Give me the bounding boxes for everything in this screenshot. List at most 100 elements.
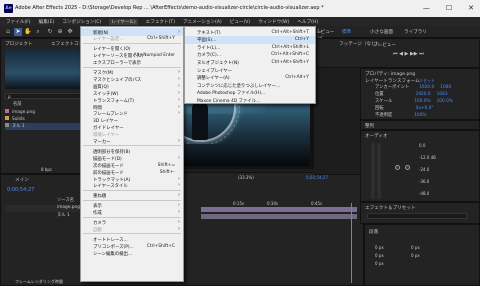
viewer-timecode[interactable]: 0;00;54;27: [306, 175, 328, 180]
properties-title: プロパティ: image.png: [365, 72, 416, 77]
prop-label: 位置: [375, 92, 384, 97]
audio-panel: オーディオ 0.0 -12.0 dB -24.0 -36.0 -48.0: [360, 130, 480, 202]
prop-row[interactable]: 位置 1920.0 1083: [375, 91, 448, 98]
layer-menu-item[interactable]: マーカー ›: [81, 138, 183, 146]
align-tab[interactable]: 整列: [365, 123, 374, 129]
maximize-button[interactable]: ☐: [446, 4, 452, 12]
layer-menu-item[interactable]: シーン編集の検出...: [81, 249, 183, 257]
prop-row[interactable]: 回転 0x+0.0°: [375, 105, 433, 112]
time-marker: 0:30s: [267, 201, 279, 206]
playhead[interactable]: [351, 203, 352, 283]
timeline-layer-row[interactable]: image.png: [5, 205, 81, 212]
project-item[interactable]: image.png: [5, 109, 85, 116]
prop-value[interactable]: 1083: [437, 92, 448, 97]
indent-value[interactable]: 0 px: [411, 245, 420, 250]
menu-edit[interactable]: 編集(E): [39, 19, 55, 25]
audio-level-knob[interactable]: [395, 165, 400, 170]
menu-item-label: カメラ(C)...: [197, 53, 221, 59]
pan-behind-tool-icon[interactable]: ✥: [66, 28, 74, 36]
project-item[interactable]: Solids: [5, 116, 85, 123]
layer-menu-item: 自動 ›: [81, 225, 183, 233]
viewer-zoom[interactable]: (33.3%): [238, 175, 254, 180]
prop-row[interactable]: アンカーポイント 1920.0 1080: [375, 84, 451, 91]
playback-controls-icon[interactable]: ⏮ ◀ ▶ ▶▶ ⏭: [393, 51, 424, 57]
properties-panel: プロパティ: image.png レイヤートランスフォーム リセット アンカーポ…: [360, 68, 480, 120]
layer-name: image.png: [57, 205, 80, 210]
workspace-review[interactable]: レビュー: [316, 29, 334, 35]
effect-controls-tab[interactable]: エフェクトコン: [51, 41, 83, 47]
space-value[interactable]: 0 px: [375, 261, 384, 266]
indent-value[interactable]: 0 px: [375, 245, 384, 250]
workspace-library[interactable]: ライブラリ: [404, 29, 427, 35]
zoom-tool-icon[interactable]: ⌕: [34, 28, 42, 36]
layer-menu-item[interactable]: エクスプローラーで表示: [81, 59, 183, 67]
menu-composition[interactable]: コンポジション(C): [62, 19, 101, 25]
layer-duration-bar[interactable]: [201, 207, 357, 212]
menu-item-label: 自動: [93, 227, 102, 233]
menu-item-label: 調整レイヤー(A): [197, 76, 230, 82]
workspace-small-screen[interactable]: 小さな画面: [370, 29, 393, 35]
project-thumbnail: [5, 49, 85, 89]
prop-value[interactable]: 1920.0: [416, 92, 431, 97]
time-marker: 0:15s: [233, 201, 245, 206]
prop-value[interactable]: 100.0%: [437, 99, 453, 104]
audio-value: -12.0 dB: [419, 155, 436, 160]
effects-search-input[interactable]: [367, 213, 467, 219]
folder-icon: [5, 116, 9, 120]
effects-presets-tab[interactable]: エフェクト＆プリセット: [365, 205, 416, 211]
rotate-tool-icon[interactable]: ↻: [46, 28, 54, 36]
paragraph-tab[interactable]: 段落: [369, 229, 378, 235]
menu-file[interactable]: ファイル(F): [6, 19, 31, 25]
prop-value[interactable]: 100%: [414, 113, 426, 118]
layer-menu-item[interactable]: 作成 ›: [81, 209, 183, 217]
home-icon[interactable]: ⌂: [4, 28, 12, 36]
menu-item-label: シェイプレイヤー: [197, 68, 232, 74]
preview-tab[interactable]: プレビュー: [373, 42, 396, 48]
space-value[interactable]: 0 px: [375, 253, 384, 258]
menu-layer[interactable]: レイヤー(L): [109, 18, 138, 25]
new-submenu-item[interactable]: Maxon Cinema 4D ファイル...: [185, 96, 315, 104]
prop-value[interactable]: 100.0%: [414, 99, 430, 104]
timeline-layer-row[interactable]: ヌル 1: [5, 212, 81, 219]
prop-value[interactable]: 1920.0: [419, 85, 434, 90]
layer-menu-item[interactable]: レイヤースタイル ›: [81, 182, 183, 190]
menu-separator: [83, 66, 181, 68]
menu-item-shortcut: Ctrl+Shift+Y: [147, 36, 175, 42]
source-name-header: ソース名: [57, 198, 74, 203]
menu-animation[interactable]: アニメーション(A): [183, 19, 222, 25]
layer-duration-bar[interactable]: [201, 214, 357, 219]
workspace-standard[interactable]: 標準: [342, 29, 351, 35]
prop-row[interactable]: スケール 100.0% 100.0%: [375, 98, 453, 105]
title-bar: Ae Adobe After Effects 2025 - D:\Storage…: [0, 0, 480, 17]
layer-menu-item[interactable]: 重ね順 ›: [81, 192, 183, 200]
project-tab[interactable]: プロジェクト: [5, 41, 33, 47]
minimize-button[interactable]: —: [423, 4, 430, 12]
menu-item-label: レイヤー設定...: [93, 37, 124, 43]
timeline-comp-tab[interactable]: メイン: [15, 177, 29, 183]
project-item[interactable]: ヌル 1: [5, 123, 85, 130]
project-search-input[interactable]: ρ: [5, 93, 85, 99]
prop-label: アンカーポイント: [375, 85, 410, 90]
audio-level-knob[interactable]: [405, 165, 410, 170]
menu-separator: [83, 216, 181, 218]
camera-tool-icon[interactable]: ⊕: [56, 28, 64, 36]
project-item-label: Solids: [12, 117, 25, 122]
menu-view[interactable]: ビュー(V): [230, 19, 251, 25]
prop-value[interactable]: 0x+0.0°: [416, 106, 434, 111]
menu-help[interactable]: ヘルプ(H): [297, 19, 318, 25]
project-panel: プロジェクト エフェクトコン ρ 名前 image.png Solids ヌル …: [0, 38, 88, 174]
menu-effect[interactable]: エフェクト(T): [146, 19, 175, 25]
timeline-timecode[interactable]: 0;00;54;27: [7, 187, 34, 193]
bpc-label[interactable]: 8 bpc: [41, 167, 52, 172]
selection-tool-icon[interactable]: ➤: [14, 28, 22, 36]
prop-label: スケール: [375, 99, 393, 104]
project-item-label: ヌル 1: [12, 124, 25, 129]
prop-value[interactable]: 1080: [440, 85, 451, 90]
space-value[interactable]: 0 px: [411, 253, 420, 258]
menu-item-shortcut: Ctrl+Shift+C: [146, 243, 175, 249]
menu-window[interactable]: ウィンドウ(W): [258, 19, 289, 25]
close-button[interactable]: ✕: [468, 4, 474, 12]
prop-row[interactable]: 不透明度 100%: [375, 112, 426, 119]
hand-tool-icon[interactable]: ✋: [24, 28, 32, 36]
audio-tab[interactable]: オーディオ: [365, 133, 388, 139]
